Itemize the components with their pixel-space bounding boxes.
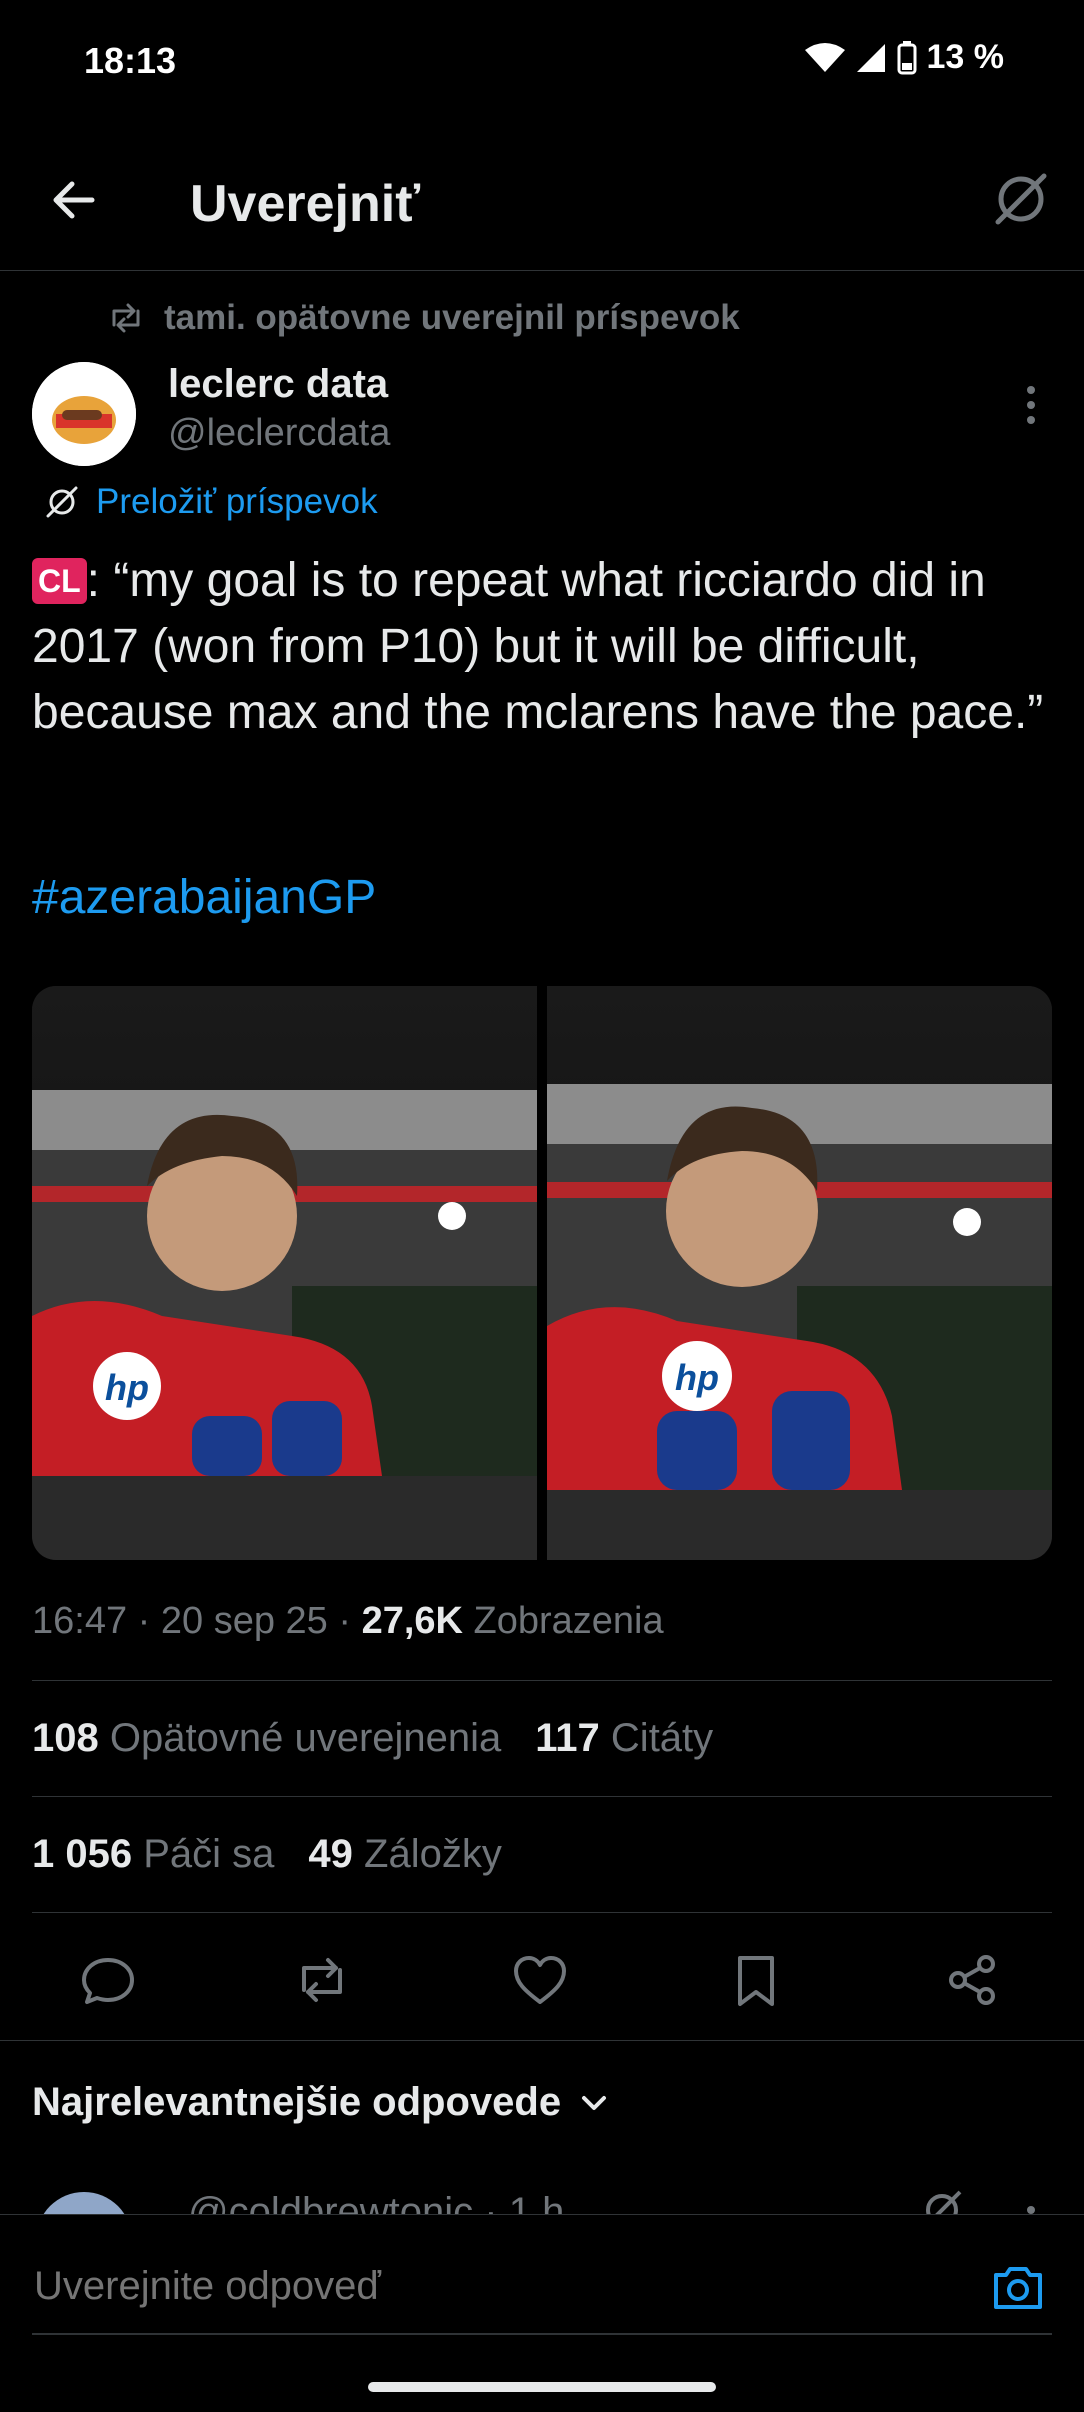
repost-quote-stats: 108 Opätovné uverejnenia 117 Citáty: [32, 1716, 713, 1761]
battery-percent: 13 %: [926, 38, 1005, 76]
author-name[interactable]: leclerc data: [168, 362, 388, 407]
bookmarks-stat[interactable]: 49 Záložky: [308, 1832, 501, 1877]
bookmarks-count: 49: [308, 1832, 353, 1876]
quotes-label: Citáty: [610, 1716, 714, 1760]
hashtag-link[interactable]: #azerabaijanGP: [32, 870, 376, 925]
wifi-icon: [804, 42, 845, 74]
media-grid: hp hp: [32, 986, 1052, 1560]
repost-indicator[interactable]: tami. opätovne uverejnil príspevok: [108, 298, 740, 338]
photo-2[interactable]: hp: [547, 986, 1052, 1560]
reposts-count: 108: [32, 1716, 99, 1760]
likes-count: 1 056: [32, 1832, 133, 1876]
camera-icon[interactable]: [990, 2259, 1046, 2315]
view-label: Zobrazenia: [462, 1600, 664, 1642]
translate-icon: [44, 484, 80, 520]
photo-1[interactable]: hp: [32, 986, 537, 1560]
translate-label: Preložiť príspevok: [96, 482, 378, 521]
bookmarks-label: Záložky: [364, 1832, 502, 1876]
status-bar: 18:13 13 %: [0, 0, 1084, 120]
home-indicator[interactable]: [368, 2382, 716, 2392]
reposts-label: Opätovné uverejnenia: [109, 1716, 502, 1760]
tweet-text: CL: “my goal is to repeat what ricciardo…: [32, 548, 1062, 746]
likes-stat[interactable]: 1 056 Páči sa: [32, 1832, 274, 1877]
tweet-meta: 16:47 · 20 sep 25 · 27,6K Zobrazenia: [32, 1600, 664, 1643]
share-icon[interactable]: [942, 1950, 1002, 2010]
translate-icon[interactable]: [990, 168, 1052, 230]
repost-icon[interactable]: [292, 1950, 352, 2010]
cl-badge: CL: [32, 558, 87, 604]
quotes-stat[interactable]: 117 Citáty: [535, 1716, 713, 1761]
signal-icon: [855, 42, 887, 74]
top-app-bar: Uverejniť: [0, 130, 1084, 271]
translate-icon[interactable]: [920, 2188, 964, 2214]
status-time: 18:13: [84, 40, 177, 81]
status-icons: 13 %: [804, 38, 1005, 77]
like-icon[interactable]: [510, 1950, 570, 2010]
repost-icon: [108, 303, 144, 333]
input-underline: [32, 2333, 1052, 2335]
divider: [32, 1796, 1052, 1797]
divider: [32, 1912, 1052, 1913]
avatar[interactable]: [32, 362, 136, 466]
bookmark-icon[interactable]: [726, 1950, 786, 2010]
page-title: Uverejniť: [190, 175, 421, 233]
likes-bookmarks-stats: 1 056 Páči sa 49 Záložky: [32, 1832, 502, 1877]
more-icon[interactable]: [1016, 380, 1046, 430]
quotes-count: 117: [535, 1716, 600, 1760]
divider: [32, 1680, 1052, 1681]
tweet-timestamp: 16:47 · 20 sep 25 ·: [32, 1600, 362, 1642]
author-handle[interactable]: @leclercdata: [168, 412, 390, 455]
chevron-down-icon: [579, 2093, 609, 2113]
sort-label: Najrelevantnejšie odpovede: [32, 2080, 562, 2124]
section-divider: [0, 2040, 1084, 2041]
reply-composer: [0, 2214, 1084, 2365]
svg-text:hp: hp: [105, 1367, 149, 1408]
replies-sort-dropdown[interactable]: Najrelevantnejšie odpovede: [32, 2080, 609, 2125]
action-bar: [0, 1940, 1084, 2020]
svg-text:hp: hp: [675, 1357, 719, 1398]
translate-post-link[interactable]: Preložiť príspevok: [44, 482, 378, 522]
back-arrow-icon[interactable]: [44, 170, 104, 230]
reply-preview[interactable]: @coldbrewtonic · 1 h: [0, 2180, 1084, 2214]
reply-icon[interactable]: [78, 1950, 138, 2010]
battery-icon: [897, 40, 917, 75]
repost-by-text: tami. opätovne uverejnil príspevok: [164, 298, 740, 337]
view-count: 27,6K: [361, 1600, 463, 1642]
reposts-stat[interactable]: 108 Opätovné uverejnenia: [32, 1716, 501, 1761]
reply-author-meta: @coldbrewtonic · 1 h: [188, 2190, 565, 2214]
reply-avatar: [36, 2192, 132, 2214]
more-icon[interactable]: [1016, 2198, 1046, 2214]
reply-input[interactable]: [32, 2263, 936, 2310]
likes-label: Páči sa: [143, 1832, 275, 1876]
tweet-body: : “my goal is to repeat what ricciardo d…: [32, 554, 1044, 739]
